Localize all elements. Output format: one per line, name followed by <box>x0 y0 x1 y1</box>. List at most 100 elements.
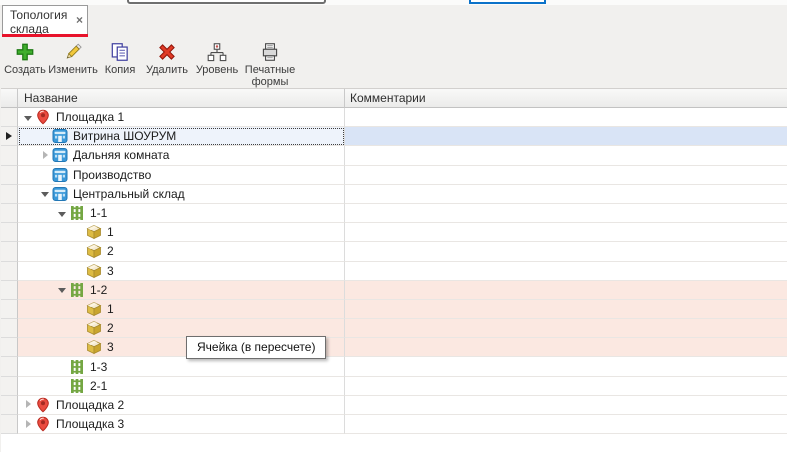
create-button[interactable]: Создать <box>2 39 48 87</box>
column-header-comments[interactable]: Комментарии <box>345 89 787 108</box>
row-indicator-cell <box>1 319 18 338</box>
row-label: 1-3 <box>90 360 107 374</box>
table-row[interactable]: Площадка 3 <box>1 415 787 434</box>
table-row[interactable]: Витрина ШОУРУМ <box>1 127 787 146</box>
comment-cell[interactable] <box>345 300 787 319</box>
comment-cell[interactable] <box>345 185 787 204</box>
table-row[interactable]: Площадка 2 <box>1 396 787 415</box>
box-icon <box>86 263 102 279</box>
cutoff-input-fragment <box>127 0 326 4</box>
tab-warehouse-topology[interactable]: Топология склада × <box>2 5 88 34</box>
expander-expanded-icon[interactable] <box>56 283 69 296</box>
expander-spacer <box>73 341 86 354</box>
warehouse-icon <box>52 167 68 183</box>
expander-collapsed-icon[interactable] <box>22 418 35 431</box>
table-row[interactable]: 2 <box>1 319 787 338</box>
row-indicator-cell <box>1 377 18 396</box>
print-forms-button-label: Печатные формы <box>242 64 298 88</box>
comment-cell[interactable] <box>345 319 787 338</box>
comment-cell[interactable] <box>345 396 787 415</box>
row-indicator-cell <box>1 357 18 376</box>
comment-cell[interactable] <box>345 281 787 300</box>
comment-cell[interactable] <box>345 262 787 281</box>
table-row[interactable]: Производство <box>1 166 787 185</box>
row-indicator-cell <box>1 338 18 357</box>
row-indicator-cell <box>1 396 18 415</box>
row-label: 1-1 <box>90 206 107 220</box>
name-cell[interactable]: Производство <box>18 166 345 185</box>
name-cell[interactable]: 1-3 <box>18 357 345 376</box>
table-row[interactable]: Дальняя комната <box>1 146 787 165</box>
level-hierarchy-icon <box>206 41 228 63</box>
name-cell[interactable]: Площадка 3 <box>18 415 345 434</box>
copy-button[interactable]: Копия <box>98 39 142 87</box>
table-row[interactable]: 1 <box>1 300 787 319</box>
table-row[interactable]: 1-2 <box>1 281 787 300</box>
table-row[interactable]: 1-1 <box>1 204 787 223</box>
name-cell[interactable]: Центральный склад <box>18 185 345 204</box>
print-forms-button[interactable]: Печатные формы <box>242 39 298 87</box>
expander-spacer <box>39 130 52 143</box>
close-icon[interactable]: × <box>76 15 83 25</box>
row-label: 3 <box>107 264 114 278</box>
comment-cell[interactable] <box>345 338 787 357</box>
name-cell[interactable]: 3 <box>18 262 345 281</box>
copy-button-label: Копия <box>105 64 136 76</box>
comment-cell[interactable] <box>345 204 787 223</box>
name-cell[interactable]: 2 <box>18 242 345 261</box>
name-cell[interactable]: Площадка 2 <box>18 396 345 415</box>
table-row[interactable]: Центральный склад <box>1 185 787 204</box>
name-cell[interactable]: Витрина ШОУРУМ <box>18 127 345 146</box>
table-row[interactable]: Площадка 1 <box>1 108 787 127</box>
row-indicator-cell <box>1 108 18 127</box>
delete-button[interactable]: Удалить <box>142 39 192 87</box>
expander-collapsed-icon[interactable] <box>39 149 52 162</box>
name-cell[interactable]: 2-1 <box>18 377 345 396</box>
table-row[interactable]: 2-1 <box>1 377 787 396</box>
column-header-name[interactable]: Название <box>18 89 345 108</box>
comment-cell[interactable] <box>345 377 787 396</box>
box-icon <box>86 301 102 317</box>
box-icon <box>86 243 102 259</box>
copy-icon <box>109 41 131 63</box>
warehouse-icon <box>52 186 68 202</box>
name-cell[interactable]: 1-1 <box>18 204 345 223</box>
expander-expanded-icon[interactable] <box>39 187 52 200</box>
comment-cell[interactable] <box>345 166 787 185</box>
expander-expanded-icon[interactable] <box>22 111 35 124</box>
print-icon <box>259 41 281 63</box>
name-cell[interactable]: 1-2 <box>18 281 345 300</box>
current-row-arrow-icon <box>6 132 12 140</box>
top-window-strip <box>0 0 787 5</box>
comment-cell[interactable] <box>345 146 787 165</box>
comment-cell[interactable] <box>345 415 787 434</box>
comment-cell[interactable] <box>345 357 787 376</box>
expander-spacer <box>73 226 86 239</box>
table-row[interactable]: 2 <box>1 242 787 261</box>
row-label: Площадка 2 <box>56 398 124 412</box>
table-row[interactable]: 1 <box>1 223 787 242</box>
name-cell[interactable]: Площадка 1 <box>18 108 345 127</box>
expander-collapsed-icon[interactable] <box>22 398 35 411</box>
row-indicator-cell <box>1 281 18 300</box>
rack-icon <box>69 359 85 375</box>
table-row[interactable]: 3 <box>1 262 787 281</box>
table-row[interactable]: 1-3 <box>1 357 787 376</box>
row-indicator-cell <box>1 204 18 223</box>
name-cell[interactable]: 1 <box>18 223 345 242</box>
comment-cell[interactable] <box>345 223 787 242</box>
table-row[interactable]: 3 <box>1 338 787 357</box>
name-cell[interactable]: Дальняя комната <box>18 146 345 165</box>
header-indicator-cell <box>1 89 18 108</box>
cutoff-focused-button-fragment <box>469 0 546 4</box>
comment-cell[interactable] <box>345 242 787 261</box>
comment-cell[interactable] <box>345 108 787 127</box>
edit-button[interactable]: Изменить <box>48 39 98 87</box>
box-icon <box>86 320 102 336</box>
name-cell[interactable]: 1 <box>18 300 345 319</box>
level-button[interactable]: Уровень <box>192 39 242 87</box>
comment-cell[interactable] <box>345 127 787 146</box>
expander-spacer <box>73 264 86 277</box>
expander-expanded-icon[interactable] <box>56 207 69 220</box>
tab-title: Топология склада <box>10 8 67 36</box>
